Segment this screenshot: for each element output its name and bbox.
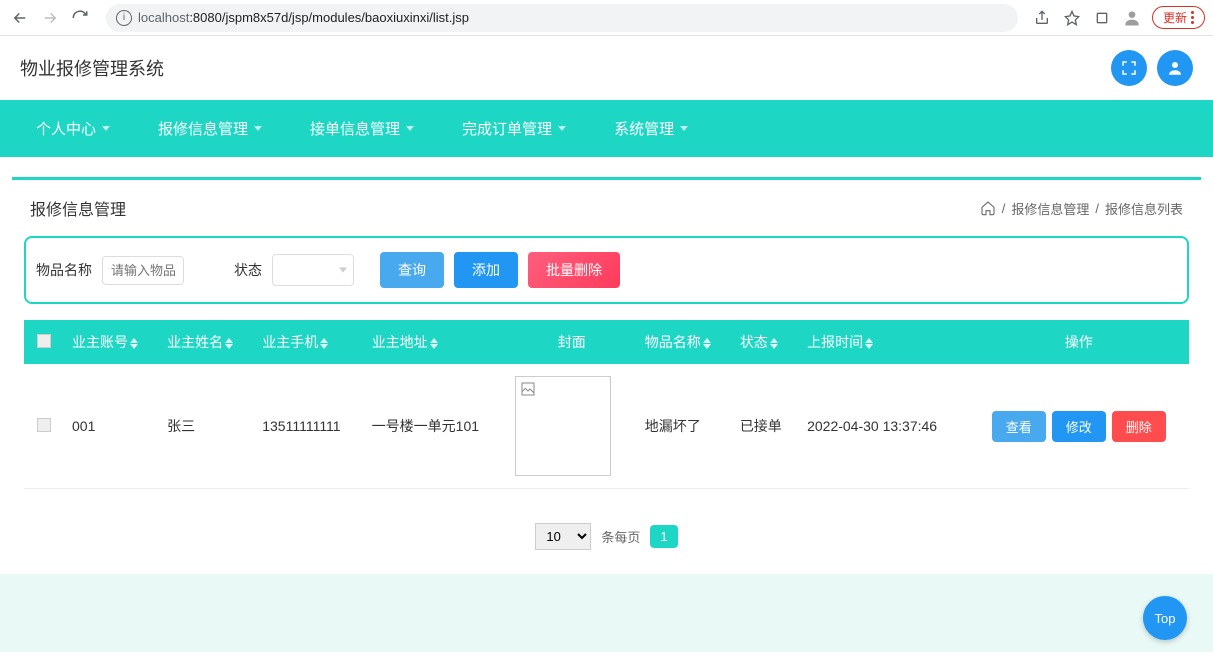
crumb-2: 报修信息列表 [1105, 199, 1183, 218]
back-button[interactable] [8, 6, 32, 30]
cell-address: 一号楼一单元101 [364, 364, 507, 489]
browser-toolbar: i localhost:8080/jspm8x57d/jsp/modules/b… [0, 0, 1213, 36]
cell-time: 2022-04-30 13:37:46 [799, 364, 968, 489]
broken-image-icon [520, 381, 536, 397]
chevron-down-icon [406, 126, 414, 131]
nav-personal[interactable]: 个人中心 [12, 100, 134, 157]
chevron-down-icon [102, 126, 110, 131]
col-address[interactable]: 业主地址 [364, 320, 507, 364]
col-phone[interactable]: 业主手机 [254, 320, 363, 364]
cell-name: 张三 [159, 364, 254, 489]
col-cover: 封面 [507, 320, 637, 364]
nav-accept-order[interactable]: 接单信息管理 [286, 100, 438, 157]
chevron-down-icon [254, 126, 262, 131]
chevron-down-icon [339, 268, 347, 273]
cell-item: 地漏坏了 [637, 364, 732, 489]
crumb-1[interactable]: 报修信息管理 [1011, 199, 1089, 218]
cover-image [515, 376, 611, 476]
page-number[interactable]: 1 [650, 525, 677, 548]
nav-system[interactable]: 系统管理 [590, 100, 712, 157]
fullscreen-button[interactable] [1111, 50, 1147, 86]
status-select[interactable] [272, 254, 354, 286]
pagination: 10 条每页 1 [12, 509, 1201, 574]
page-size-select[interactable]: 10 [535, 523, 591, 550]
col-status[interactable]: 状态 [732, 320, 799, 364]
cell-status: 已接单 [732, 364, 799, 489]
col-time[interactable]: 上报时间 [799, 320, 968, 364]
profile-icon[interactable] [1122, 8, 1142, 28]
content-panel: 报修信息管理 / 报修信息管理 / 报修信息列表 物品名称 状态 查询 添加 批… [12, 177, 1201, 574]
col-account[interactable]: 业主账号 [64, 320, 159, 364]
col-item[interactable]: 物品名称 [637, 320, 732, 364]
item-name-input[interactable] [102, 256, 184, 285]
nav-complete-order[interactable]: 完成订单管理 [438, 100, 590, 157]
reload-button[interactable] [68, 6, 92, 30]
bookmark-icon[interactable] [1062, 8, 1082, 28]
url-path: :8080/jspm8x57d/jsp/modules/baoxiuxinxi/… [189, 10, 469, 25]
page-title: 报修信息管理 [30, 196, 126, 220]
delete-button[interactable]: 删除 [1112, 411, 1166, 442]
add-button[interactable]: 添加 [454, 252, 518, 288]
app-header: 物业报修管理系统 [0, 36, 1213, 100]
row-checkbox[interactable] [37, 418, 51, 432]
edit-button[interactable]: 修改 [1052, 411, 1106, 442]
share-icon[interactable] [1032, 8, 1052, 28]
batch-delete-button[interactable]: 批量删除 [528, 252, 620, 288]
view-button[interactable]: 查看 [992, 411, 1046, 442]
app-title: 物业报修管理系统 [20, 55, 164, 81]
col-name[interactable]: 业主姓名 [159, 320, 254, 364]
nav-repair-info[interactable]: 报修信息管理 [134, 100, 286, 157]
url-host: localhost [138, 10, 189, 25]
update-button[interactable]: 更新 [1152, 6, 1205, 29]
url-bar[interactable]: i localhost:8080/jspm8x57d/jsp/modules/b… [106, 4, 1018, 32]
chevron-down-icon [558, 126, 566, 131]
cell-account: 001 [64, 364, 159, 489]
browser-actions: 更新 [1032, 6, 1205, 29]
status-label: 状态 [234, 260, 262, 280]
main-nav: 个人中心 报修信息管理 接单信息管理 完成订单管理 系统管理 [0, 100, 1213, 157]
user-button[interactable] [1157, 50, 1193, 86]
chevron-down-icon [680, 126, 688, 131]
footer-zone: Top [0, 574, 1213, 652]
page-size-label: 条每页 [601, 527, 640, 546]
breadcrumb: / 报修信息管理 / 报修信息列表 [980, 199, 1183, 218]
home-icon[interactable] [980, 200, 996, 216]
search-panel: 物品名称 状态 查询 添加 批量删除 [24, 236, 1189, 304]
item-name-label: 物品名称 [36, 260, 92, 280]
data-table: 业主账号 业主姓名 业主手机 业主地址 封面 物品名称 状态 上报时间 操作 [24, 320, 1189, 489]
table-row: 001 张三 13511111111 一号楼一单元101 地漏坏了 已接单 20… [24, 364, 1189, 489]
cell-phone: 13511111111 [254, 364, 363, 489]
site-info-icon[interactable]: i [116, 10, 132, 26]
col-ops: 操作 [968, 320, 1189, 364]
select-all-checkbox[interactable] [37, 334, 51, 348]
back-to-top-button[interactable]: Top [1143, 596, 1187, 640]
extensions-icon[interactable] [1092, 8, 1112, 28]
menu-dots-icon [1191, 11, 1194, 24]
update-label: 更新 [1163, 9, 1187, 26]
forward-button[interactable] [38, 6, 62, 30]
search-button[interactable]: 查询 [380, 252, 444, 288]
